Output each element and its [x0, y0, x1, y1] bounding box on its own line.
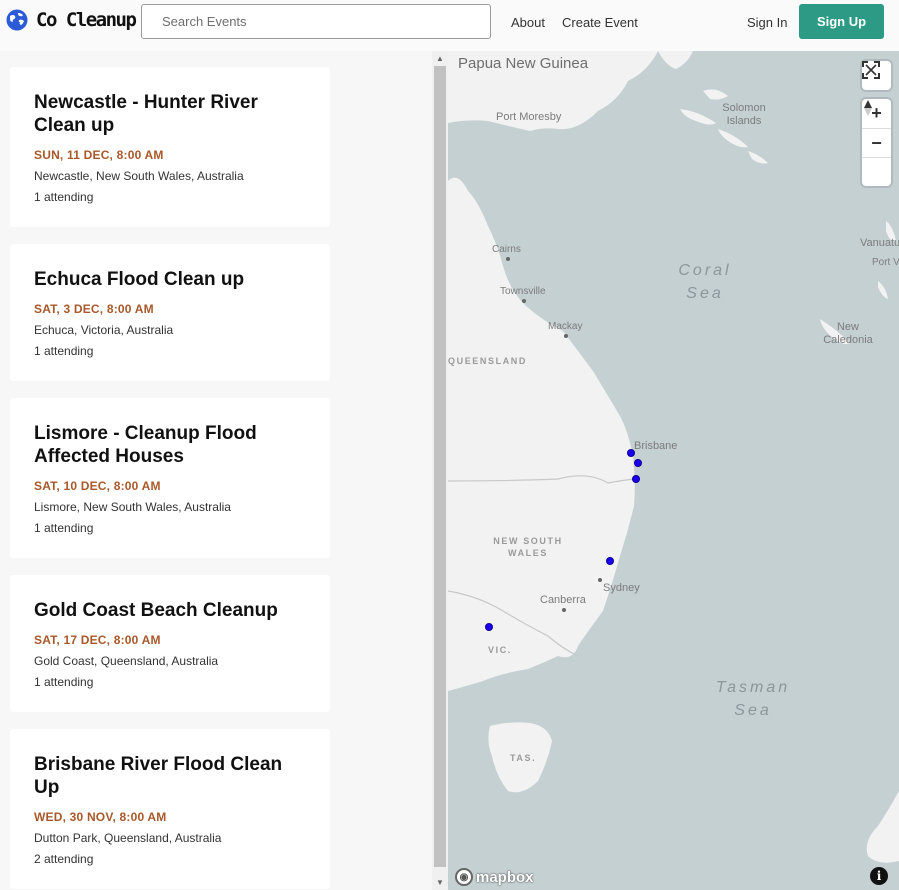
map-label-new-caledonia: New Caledonia	[823, 321, 873, 346]
city-dot	[564, 334, 568, 338]
event-date: SAT, 10 DEC, 8:00 AM	[34, 479, 161, 493]
event-attending: 1 attending	[34, 521, 94, 535]
map-label-townsville: Townsville	[500, 286, 546, 297]
event-location: Dutton Park, Queensland, Australia	[34, 831, 222, 845]
event-location: Newcastle, New South Wales, Australia	[34, 169, 244, 183]
map-label-tasman-sea: Tasman Sea	[715, 679, 791, 719]
globe-logo-icon	[6, 9, 28, 31]
event-date: SAT, 3 DEC, 8:00 AM	[34, 302, 154, 316]
map-label-coral-sea: Coral Sea	[678, 262, 732, 302]
city-dot	[562, 608, 566, 612]
event-title[interactable]: Brisbane River Flood Clean Up	[34, 753, 310, 799]
event-title[interactable]: Newcastle - Hunter River Clean up	[34, 91, 310, 137]
brand-name: Co Cleanup	[36, 9, 137, 31]
event-attending: 1 attending	[34, 190, 94, 204]
event-date: WED, 30 NOV, 8:00 AM	[34, 810, 167, 824]
scroll-down-arrow-icon[interactable]: ▼	[432, 875, 448, 890]
event-title[interactable]: Gold Coast Beach Cleanup	[34, 599, 310, 622]
event-attending: 1 attending	[34, 344, 94, 358]
map-label-tas: TAS.	[510, 753, 537, 763]
event-marker[interactable]	[485, 623, 493, 631]
city-dot	[598, 578, 602, 582]
city-dot	[506, 257, 510, 261]
event-card[interactable]: Gold Coast Beach Cleanup SAT, 17 DEC, 8:…	[10, 575, 330, 712]
compass-icon[interactable]	[862, 100, 891, 186]
event-marker[interactable]	[606, 557, 614, 565]
map-label-brisbane: Brisbane	[634, 440, 678, 452]
map-label-vic: VIC.	[488, 645, 512, 655]
map-label-cairns: Cairns	[492, 244, 521, 255]
mapbox-attribution[interactable]: ◉ mapbox	[455, 868, 534, 886]
mapbox-logo-icon: ◉	[455, 868, 473, 886]
event-date: SAT, 17 DEC, 8:00 AM	[34, 633, 161, 647]
event-title[interactable]: Lismore - Cleanup Flood Affected Houses	[34, 422, 310, 468]
map-label-sydney: Sydney	[603, 582, 640, 594]
scroll-up-arrow-icon[interactable]: ▲	[432, 51, 448, 66]
event-date: SUN, 11 DEC, 8:00 AM	[34, 148, 164, 162]
event-location: Gold Coast, Queensland, Australia	[34, 654, 219, 668]
event-location: Echuca, Victoria, Australia	[34, 323, 174, 337]
nav-create-event-link[interactable]: Create Event	[562, 15, 638, 30]
map-label-papua: Papua New Guinea	[458, 55, 589, 72]
event-title[interactable]: Echuca Flood Clean up	[34, 268, 310, 291]
map-label-port-vila: Port V	[872, 257, 899, 268]
fullscreen-icon[interactable]	[862, 61, 891, 90]
events-map[interactable]: Papua New Guinea Port Moresby Solomon Is…	[448, 51, 899, 890]
brand-logo[interactable]: Co Cleanup	[6, 9, 137, 31]
scroll-thumb[interactable]	[434, 66, 446, 867]
map-land-shapes	[448, 51, 899, 863]
nav-about-link[interactable]: About	[511, 15, 545, 30]
map-label-port-moresby: Port Moresby	[496, 111, 562, 123]
event-location: Lismore, New South Wales, Australia	[34, 500, 231, 514]
map-label-queensland: QUEENSLAND	[448, 356, 528, 366]
sign-in-link[interactable]: Sign In	[747, 15, 787, 30]
event-marker[interactable]	[634, 459, 642, 467]
event-marker[interactable]	[632, 475, 640, 483]
map-label-solomon: Solomon Islands	[722, 102, 766, 127]
info-icon[interactable]: i	[870, 867, 888, 885]
fullscreen-control	[862, 61, 891, 90]
event-attending: 2 attending	[34, 852, 94, 866]
event-marker[interactable]	[627, 449, 635, 457]
map-label-canberra: Canberra	[540, 594, 586, 606]
scrollbar[interactable]: ▲ ▼	[432, 51, 448, 890]
zoom-out-button[interactable]: −	[862, 128, 891, 157]
map-label-nsw: NEW SOUTH WALES	[493, 536, 563, 558]
sign-up-button[interactable]: Sign Up	[799, 4, 884, 39]
search-input[interactable]	[141, 4, 491, 39]
event-card[interactable]: Echuca Flood Clean up SAT, 3 DEC, 8:00 A…	[10, 244, 330, 381]
zoom-control: + −	[862, 99, 891, 186]
top-nav: Co Cleanup About Create Event Sign In Si…	[0, 0, 899, 51]
event-attending: 1 attending	[34, 675, 94, 689]
event-card[interactable]: Newcastle - Hunter River Clean up SUN, 1…	[10, 67, 330, 227]
event-card[interactable]: Brisbane River Flood Clean Up WED, 30 NO…	[10, 729, 330, 889]
city-dot	[522, 299, 526, 303]
map-label-mackay: Mackay	[548, 321, 583, 332]
map-label-vanuatu: Vanuatu	[860, 237, 899, 249]
event-card[interactable]: Lismore - Cleanup Flood Affected Houses …	[10, 398, 330, 558]
